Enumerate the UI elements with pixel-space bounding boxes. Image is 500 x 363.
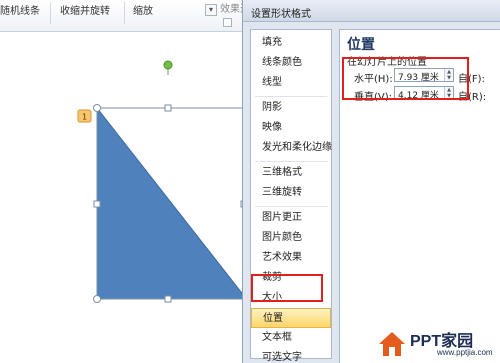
nav-line-style[interactable]: 线型 bbox=[251, 73, 331, 93]
nav-alt-text[interactable]: 可选文字 bbox=[251, 348, 331, 363]
selected-shape[interactable]: 1 bbox=[0, 32, 248, 363]
panel-title: 位置 bbox=[347, 37, 375, 53]
nav-3d-rotation[interactable]: 三维旋转 bbox=[251, 183, 331, 203]
format-shape-dialog: 设置形状格式 填充 线条颜色 线型 阴影 映像 发光和柔化边缘 三维格式 三维旋… bbox=[242, 0, 500, 363]
gallery-more-button[interactable]: ▾ bbox=[205, 4, 217, 16]
animation-zoom[interactable]: 缩放 bbox=[133, 2, 153, 17]
animation-random-bars[interactable]: 随机线条 bbox=[0, 2, 40, 17]
nav-divider bbox=[255, 96, 327, 97]
rotation-handle bbox=[163, 60, 173, 70]
resize-handle-n bbox=[164, 104, 172, 112]
resize-handle-nw bbox=[93, 104, 101, 112]
position-nav-highlight bbox=[251, 274, 323, 302]
dialog-launcher-icon[interactable] bbox=[223, 18, 232, 27]
nav-text-box[interactable]: 文本框 bbox=[251, 328, 331, 348]
nav-artistic-effects[interactable]: 艺术效果 bbox=[251, 248, 331, 268]
nav-glow-soft-edges[interactable]: 发光和柔化边缘 bbox=[251, 138, 332, 158]
nav-3d-format[interactable]: 三维格式 bbox=[251, 163, 331, 183]
slide-canvas[interactable]: 1 bbox=[0, 32, 248, 363]
right-triangle-shape bbox=[96, 106, 246, 300]
nav-line-color[interactable]: 线条颜色 bbox=[251, 53, 331, 73]
ribbon-divider bbox=[50, 2, 51, 24]
nav-divider bbox=[255, 206, 327, 207]
nav-picture-color[interactable]: 图片颜色 bbox=[251, 228, 331, 248]
animation-order-number: 1 bbox=[82, 113, 87, 122]
resize-handle-sw bbox=[93, 295, 101, 303]
nav-reflection[interactable]: 映像 bbox=[251, 118, 331, 138]
nav-picture-corrections[interactable]: 图片更正 bbox=[251, 208, 331, 228]
ribbon-divider bbox=[124, 2, 125, 24]
dialog-title: 设置形状格式 bbox=[251, 9, 311, 20]
resize-handle-s bbox=[164, 295, 172, 303]
nav-shadow[interactable]: 阴影 bbox=[251, 98, 331, 118]
pptjia-house-logo-icon bbox=[379, 332, 405, 356]
watermark-url: www.pptjia.com bbox=[437, 348, 493, 357]
dialog-title-bar: 设置形状格式 bbox=[243, 0, 500, 22]
ribbon-animation-gallery: 随机线条 收缩并旋转 缩放 ▾ 效果选项 bbox=[0, 0, 260, 32]
position-values-highlight bbox=[342, 57, 469, 100]
nav-fill[interactable]: 填充 bbox=[251, 33, 331, 53]
dialog-nav-list: 填充 线条颜色 线型 阴影 映像 发光和柔化边缘 三维格式 三维旋转 图片更正 … bbox=[250, 29, 332, 363]
resize-handle-w bbox=[93, 200, 101, 208]
nav-divider bbox=[255, 161, 327, 162]
nav-position[interactable]: 位置 bbox=[251, 308, 331, 328]
animation-shrink-turn[interactable]: 收缩并旋转 bbox=[60, 2, 110, 17]
